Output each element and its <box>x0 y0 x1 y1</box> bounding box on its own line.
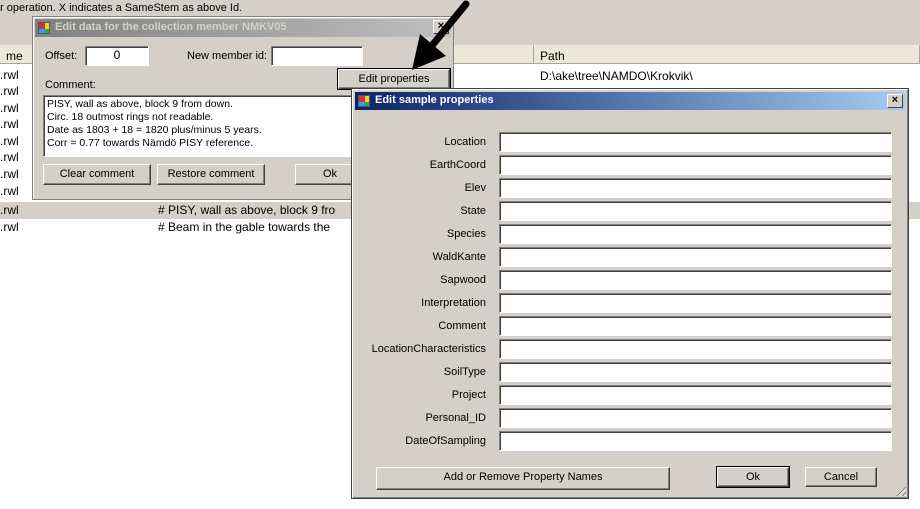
comment-textarea[interactable]: PISY, wall as above, block 9 from down. … <box>43 95 363 157</box>
sample-properties-cancel-button[interactable]: Cancel <box>805 467 877 487</box>
property-label: Comment <box>438 320 486 332</box>
column-header-path[interactable]: Path <box>534 45 920 64</box>
edit-properties-button[interactable]: Edit properties <box>337 68 451 90</box>
row-name-cell: .rwl <box>0 167 19 181</box>
sample-properties-title: Edit sample properties <box>375 94 494 106</box>
property-label: Interpretation <box>421 297 486 309</box>
sample-properties-titlebar[interactable]: Edit sample properties × <box>355 92 905 110</box>
hint-text: r operation. X indicates a SameStem as a… <box>0 2 243 14</box>
property-label: Elev <box>464 182 486 194</box>
row-name-cell: .rwl <box>0 117 19 131</box>
new-member-label: New member id: <box>187 50 268 62</box>
property-label: Location <box>444 136 486 148</box>
property-label: Project <box>451 389 486 401</box>
edit-member-title: Edit data for the collection member NMKV… <box>55 21 287 33</box>
app-icon <box>358 95 370 107</box>
row-name-cell: .rwl <box>0 101 19 115</box>
sample-properties-ok-button[interactable]: Ok <box>716 466 790 488</box>
row-name-cell: .rwl <box>0 184 19 198</box>
property-label: Personal_ID <box>425 412 486 424</box>
property-label: State <box>460 205 486 217</box>
row-name-cell: .rwl <box>0 203 19 217</box>
property-label: Sapwood <box>440 274 486 286</box>
row-name-cell: .rwl <box>0 150 19 164</box>
offset-label: Offset: <box>45 50 78 62</box>
property-input[interactable] <box>499 385 892 405</box>
property-input[interactable] <box>499 431 892 451</box>
sample-properties-close-button[interactable]: × <box>887 94 903 108</box>
property-label: EarthCoord <box>429 159 486 171</box>
property-label: Species <box>446 228 486 240</box>
comment-line: Corr = 0.77 towards Nämdö PISY reference… <box>47 137 254 149</box>
restore-comment-button[interactable]: Restore comment <box>157 164 265 185</box>
property-input[interactable] <box>499 247 892 267</box>
row-name-cell: .rwl <box>0 68 19 82</box>
property-input[interactable] <box>499 201 892 221</box>
property-label: WaldKante <box>432 251 486 263</box>
property-input[interactable] <box>499 270 892 290</box>
row-name-cell: .rwl <box>0 84 19 98</box>
edit-member-titlebar[interactable]: Edit data for the collection member NMKV… <box>35 19 451 37</box>
comment-line: PISY, wall as above, block 9 from down. <box>47 98 233 110</box>
comment-label: Comment: <box>45 79 96 91</box>
property-input[interactable] <box>499 339 892 359</box>
offset-input[interactable]: 0 <box>85 46 149 66</box>
property-input[interactable] <box>499 155 892 175</box>
app-icon <box>38 22 50 34</box>
property-input[interactable] <box>499 362 892 382</box>
property-input[interactable] <box>499 293 892 313</box>
resize-grip-icon[interactable] <box>894 484 906 496</box>
sample-properties-dialog: Edit sample properties × Location EarthCo… <box>351 88 909 499</box>
property-input[interactable] <box>499 132 892 152</box>
property-input[interactable] <box>499 224 892 244</box>
row-comment-cell: # PISY, wall as above, block 9 fro <box>158 203 336 217</box>
pointer-arrow-icon <box>412 0 470 70</box>
property-input[interactable] <box>499 178 892 198</box>
comment-line: Date as 1803 + 18 = 1820 plus/minus 5 ye… <box>47 124 262 136</box>
row-name-cell: .rwl <box>0 220 19 234</box>
clear-comment-button[interactable]: Clear comment <box>43 164 151 185</box>
row-name-cell: .rwl <box>0 134 19 148</box>
property-label: LocationCharacteristics <box>371 343 486 355</box>
property-label: DateOfSampling <box>405 435 486 447</box>
property-label: SoilType <box>443 366 486 378</box>
property-input[interactable] <box>499 408 892 428</box>
row-comment-cell: # Beam in the gable towards the <box>158 220 331 234</box>
property-input[interactable] <box>499 316 892 336</box>
add-remove-property-names-button[interactable]: Add or Remove Property Names <box>376 467 670 490</box>
new-member-input[interactable] <box>271 46 363 66</box>
comment-line: Circ. 18 outmost rings not readable. <box>47 111 214 123</box>
